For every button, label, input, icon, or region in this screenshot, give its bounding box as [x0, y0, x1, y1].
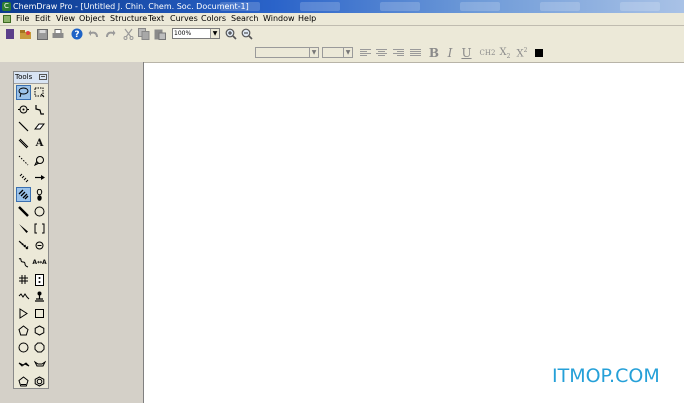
italic-button[interactable]: I	[445, 46, 455, 60]
text-format-toolbar: ▼ ▼ B I U CH2 X2 X2	[0, 44, 684, 63]
chair-cyclohexane-icon[interactable]	[16, 357, 31, 372]
query-icon[interactable]	[32, 289, 47, 304]
structure-perspective-icon[interactable]	[32, 153, 47, 168]
copy-icon[interactable]	[137, 27, 151, 41]
menu-help[interactable]: Help	[298, 13, 316, 25]
chemdraw-app-icon[interactable]: C	[2, 2, 11, 11]
hashed-wedge-bond-icon[interactable]	[16, 238, 31, 253]
taskbar-blur	[460, 2, 500, 11]
tlc-plate-icon[interactable]	[32, 272, 47, 287]
tools-palette: Tools A A↔A	[13, 71, 49, 389]
text-icon[interactable]: A	[32, 136, 47, 151]
cyclopentane-icon[interactable]	[16, 323, 31, 338]
dashed-bond-icon[interactable]	[16, 153, 31, 168]
menu-text[interactable]: Text	[148, 13, 164, 25]
chevron-down-icon[interactable]: ▼	[343, 48, 352, 57]
undo-icon[interactable]	[87, 27, 101, 41]
superscript-button[interactable]: X2	[515, 46, 529, 60]
orbital-icon[interactable]	[32, 187, 47, 202]
window-title: ChemDraw Pro - [Untitled J. Chin. Chem. …	[13, 2, 249, 11]
palette-menu-icon[interactable]	[39, 74, 47, 80]
align-center-icon[interactable]	[376, 49, 387, 57]
palette-header[interactable]: Tools	[14, 72, 48, 84]
chain-icon[interactable]	[32, 102, 47, 117]
title-bar: C ChemDraw Pro - [Untitled J. Chin. Chem…	[0, 0, 684, 13]
palette-title: Tools	[15, 73, 33, 81]
chemical-symbols-icon[interactable]	[32, 238, 47, 253]
zoom-select[interactable]: 100% ▼	[172, 28, 220, 39]
align-right-icon[interactable]	[393, 49, 404, 57]
underline-button[interactable]: U	[461, 46, 472, 60]
formula-button[interactable]: CH2	[480, 46, 496, 60]
brackets-icon[interactable]	[32, 221, 47, 236]
benzene-icon[interactable]	[32, 374, 47, 389]
zoom-out-icon[interactable]	[240, 27, 254, 41]
menu-search[interactable]: Search	[231, 13, 258, 25]
hashed-bond-icon[interactable]	[16, 170, 31, 185]
marquee-icon[interactable]	[32, 85, 47, 100]
chevron-down-icon[interactable]: ▼	[210, 29, 219, 38]
menu-curves[interactable]: Curves	[170, 13, 198, 25]
eraser-icon[interactable]	[32, 119, 47, 134]
arrow-icon[interactable]	[32, 170, 47, 185]
font-family-select[interactable]: ▼	[255, 47, 319, 58]
taskbar-blur	[220, 2, 260, 11]
bold-hashed-bond-icon[interactable]	[16, 187, 31, 202]
taskbar-blur	[620, 2, 660, 11]
cyclopropane-icon[interactable]	[16, 306, 31, 321]
zoom-in-icon[interactable]	[224, 27, 238, 41]
bold-bond-icon[interactable]	[16, 204, 31, 219]
cyclohexane-icon[interactable]	[32, 323, 47, 338]
superscript-label: X2	[516, 46, 528, 60]
align-left-icon[interactable]	[360, 49, 371, 57]
redo-icon[interactable]	[103, 27, 117, 41]
standard-toolbar: ? 100% ▼	[0, 26, 684, 44]
help-icon[interactable]: ?	[70, 27, 84, 41]
subscript-label: X2	[499, 46, 511, 60]
watermark: ITMOP.COM	[552, 365, 660, 387]
document-canvas[interactable]	[144, 63, 684, 403]
wavy-bond-icon[interactable]	[16, 255, 31, 270]
boat-cyclohexane-icon[interactable]	[32, 357, 47, 372]
new-document-icon[interactable]	[3, 27, 17, 41]
menu-structure[interactable]: Structure	[110, 13, 147, 25]
double-bond-icon[interactable]	[16, 136, 31, 151]
menu-edit[interactable]: Edit	[35, 13, 51, 25]
taskbar-blur	[300, 2, 340, 11]
menu-view[interactable]: View	[56, 13, 75, 25]
solid-bond-icon[interactable]	[16, 119, 31, 134]
drawing-elements-icon[interactable]	[32, 204, 47, 219]
menu-bar: File Edit View Object Structure Text Cur…	[0, 13, 684, 26]
save-icon[interactable]	[35, 27, 49, 41]
cut-icon[interactable]	[121, 27, 135, 41]
acyclic-chain-icon[interactable]	[16, 289, 31, 304]
menu-file[interactable]: File	[16, 13, 29, 25]
zoom-value: 100%	[174, 30, 192, 37]
wedge-bond-icon[interactable]	[16, 221, 31, 236]
table-icon[interactable]	[16, 272, 31, 287]
subscript-button[interactable]: X2	[498, 46, 512, 60]
menu-colors[interactable]: Colors	[201, 13, 226, 25]
chevron-down-icon[interactable]: ▼	[309, 48, 318, 57]
taskbar-blur	[540, 2, 580, 11]
lasso-icon[interactable]	[16, 85, 31, 100]
text-color-swatch[interactable]	[535, 49, 543, 57]
bold-button[interactable]: B	[428, 46, 440, 60]
rotate-icon[interactable]	[16, 102, 31, 117]
menu-object[interactable]: Object	[79, 13, 105, 25]
font-size-select[interactable]: ▼	[322, 47, 353, 58]
document-icon[interactable]	[3, 15, 11, 23]
cyclobutane-icon[interactable]	[32, 306, 47, 321]
atom-mapping-icon[interactable]: A↔A	[32, 255, 47, 270]
cyclopentadiene-icon[interactable]	[16, 374, 31, 389]
svg-text:?: ?	[74, 30, 79, 40]
align-justify-icon[interactable]	[410, 49, 421, 57]
open-icon[interactable]	[18, 27, 32, 41]
paste-icon[interactable]	[153, 27, 167, 41]
taskbar-blur	[380, 2, 420, 11]
print-icon[interactable]	[51, 27, 65, 41]
menu-window[interactable]: Window	[263, 13, 295, 25]
cycloheptane-icon[interactable]	[16, 340, 31, 355]
cyclooctane-icon[interactable]	[32, 340, 47, 355]
